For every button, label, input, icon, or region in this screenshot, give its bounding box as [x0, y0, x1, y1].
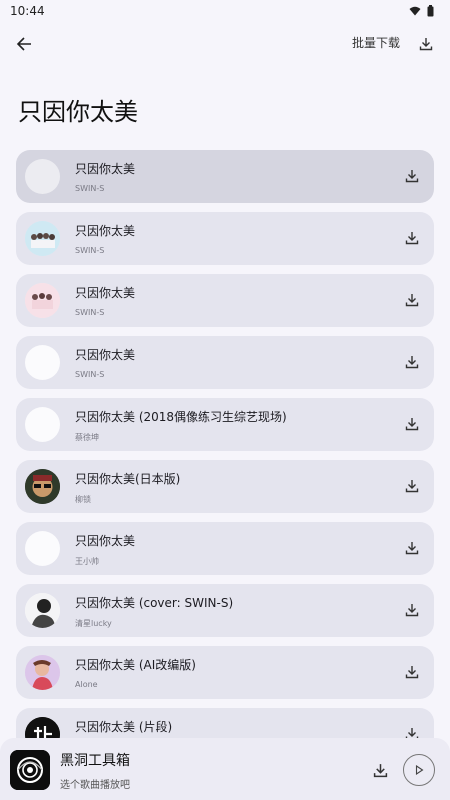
song-download-button[interactable] [402, 662, 422, 682]
song-item[interactable]: 只因你太美 SWIN-S [16, 212, 434, 265]
player-download-button[interactable] [370, 760, 390, 780]
status-icons [409, 5, 434, 17]
avatar-image [25, 655, 60, 690]
black-hole-logo-icon [10, 750, 50, 790]
download-icon [405, 356, 419, 369]
song-download-button[interactable] [402, 352, 422, 372]
player-title: 黑洞工具箱 [60, 753, 130, 769]
song-download-button[interactable] [402, 290, 422, 310]
song-artist: Alone [75, 680, 98, 689]
song-cover [25, 469, 60, 504]
play-button[interactable] [403, 754, 435, 786]
song-item[interactable]: 只因你太美 王小帅 [16, 522, 434, 575]
song-download-button[interactable] [402, 538, 422, 558]
group-photo-image [25, 221, 60, 256]
song-cover [25, 531, 60, 566]
avatar-image [25, 593, 60, 628]
download-icon [405, 418, 419, 431]
song-item[interactable]: 只因你太美 (2018偶像练习生综艺现场) 蔡徐坤 [16, 398, 434, 451]
download-icon [405, 480, 419, 493]
song-cover [25, 655, 60, 690]
song-title: 只因你太美 (片段) [75, 720, 173, 734]
song-title: 只因你太美 (AI改编版) [75, 658, 196, 672]
wifi-icon [409, 6, 421, 16]
song-item[interactable]: 只因你太美 SWIN-S [16, 336, 434, 389]
song-title: 只因你太美 [75, 224, 136, 238]
page-title: 只因你太美 [18, 98, 138, 126]
song-item[interactable]: 只因你太美 (cover: SWIN-S) 清星lucky [16, 584, 434, 637]
player-subtitle: 选个歌曲播放吧 [60, 780, 130, 791]
song-download-button[interactable] [402, 228, 422, 248]
song-cover [25, 407, 60, 442]
song-cover [25, 345, 60, 380]
song-cover [25, 159, 60, 194]
song-title: 只因你太美 (2018偶像练习生综艺现场) [75, 410, 287, 424]
download-icon [405, 542, 419, 555]
song-item[interactable]: 只因你太美 (AI改编版) Alone [16, 646, 434, 699]
app-bar: 批量下载 [0, 26, 450, 62]
download-all-button[interactable] [414, 32, 438, 56]
song-title: 只因你太美 [75, 162, 136, 176]
song-artist: 王小帅 [75, 557, 99, 566]
song-artist: 蔡徐坤 [75, 433, 99, 442]
song-artist: SWIN-S [75, 370, 105, 379]
download-icon [405, 604, 419, 617]
song-cover [25, 221, 60, 256]
battery-icon [427, 5, 434, 17]
song-title: 只因你太美 [75, 286, 136, 300]
song-title: 只因你太美 [75, 348, 136, 362]
avatar-image [25, 469, 60, 504]
player-cover [10, 750, 50, 790]
group-photo-image [25, 283, 60, 318]
song-artist: 清星lucky [75, 619, 112, 628]
song-list: 只因你太美 SWIN-S 只因你太美 SWIN-S 只因你太美 SWIN-S 只… [16, 150, 434, 770]
download-icon [405, 666, 419, 679]
arrow-left-icon [16, 37, 31, 51]
song-artist: SWIN-S [75, 246, 105, 255]
download-icon [373, 763, 387, 777]
song-item[interactable]: 只因你太美 SWIN-S [16, 274, 434, 327]
song-title: 只因你太美 [75, 534, 136, 548]
batch-download-button[interactable]: 批量下载 [352, 34, 400, 51]
download-icon [405, 232, 419, 245]
download-icon [419, 38, 433, 51]
status-bar: 10:44 [0, 0, 450, 22]
song-download-button[interactable] [402, 166, 422, 186]
song-download-button[interactable] [402, 600, 422, 620]
song-cover [25, 283, 60, 318]
song-item[interactable]: 只因你太美 SWIN-S [16, 150, 434, 203]
song-title: 只因你太美 (cover: SWIN-S) [75, 596, 234, 610]
song-artist: SWIN-S [75, 308, 105, 317]
song-title: 只因你太美(日本版) [75, 472, 181, 486]
download-icon [405, 170, 419, 183]
song-item[interactable]: 只因你太美(日本版) 柳锁 [16, 460, 434, 513]
song-download-button[interactable] [402, 476, 422, 496]
song-artist: SWIN-S [75, 184, 105, 193]
download-icon [405, 294, 419, 307]
status-time: 10:44 [10, 4, 45, 18]
song-cover [25, 593, 60, 628]
mini-player[interactable]: 黑洞工具箱 选个歌曲播放吧 [0, 738, 450, 800]
song-artist: 柳锁 [75, 495, 91, 504]
play-icon [415, 765, 424, 775]
back-button[interactable] [12, 30, 36, 58]
song-download-button[interactable] [402, 414, 422, 434]
